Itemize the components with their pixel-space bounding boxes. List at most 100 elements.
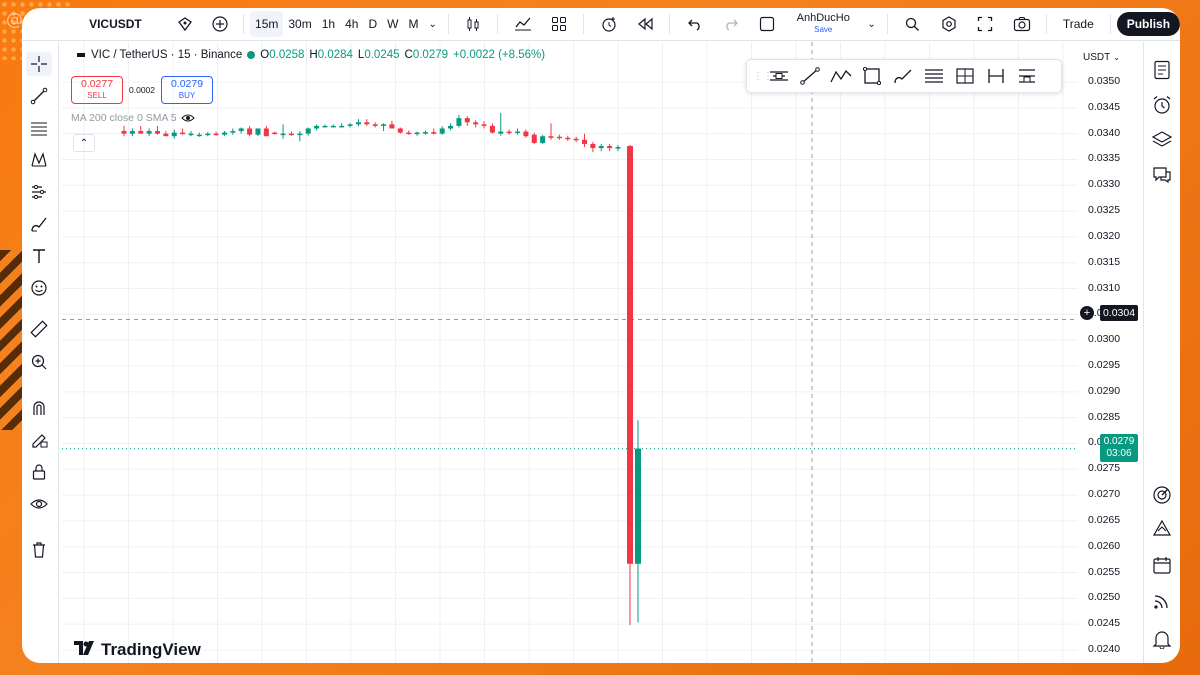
quick-search-icon[interactable]	[894, 11, 931, 37]
layers-icon[interactable]	[1149, 126, 1175, 152]
open-key: O	[260, 49, 270, 61]
notifications-bell-icon[interactable]	[1149, 626, 1175, 652]
add-symbol-icon[interactable]	[168, 11, 203, 37]
candle	[129, 128, 135, 137]
candle-body	[565, 137, 571, 140]
legend-title[interactable]: VIC / TetherUS · 15 · Binance	[91, 49, 242, 61]
candle-body	[456, 118, 462, 126]
redo-icon[interactable]	[713, 11, 750, 37]
collapse-legend-button[interactable]: ⌃	[73, 134, 95, 152]
interval-15m[interactable]: 15m	[250, 11, 284, 37]
candle	[297, 131, 303, 142]
drag-handle-icon[interactable]: ⋮⋮	[753, 71, 773, 82]
trash-icon[interactable]	[26, 538, 52, 562]
candle	[598, 143, 604, 152]
sell-button[interactable]: 0.0277 SELL	[71, 76, 123, 104]
fullscreen-icon[interactable]	[967, 11, 1004, 37]
layout-square-icon[interactable]	[749, 11, 784, 37]
horizontal-ray-icon[interactable]	[763, 63, 794, 89]
eye-icon[interactable]	[26, 492, 52, 516]
pattern-icon[interactable]	[26, 148, 52, 172]
replay-icon[interactable]	[627, 11, 664, 37]
price-axis[interactable]: 0.0350 0.0345 0.0340 0.0335 0.0330 0.0325 0.03…	[1078, 48, 1138, 663]
add-plus-icon[interactable]: +	[1080, 306, 1094, 320]
symbol-search-button[interactable]: VICUSDT	[22, 11, 168, 37]
chart-area[interactable]: VIC / TetherUS · 15 · Binance O0.0258 H0…	[62, 42, 1100, 663]
crosshair-price-tag: 0.0304	[1100, 305, 1138, 321]
path-icon[interactable]	[825, 63, 856, 89]
candle-body	[439, 128, 445, 134]
zoom-in-icon[interactable]	[26, 350, 52, 374]
magnet-icon[interactable]	[26, 396, 52, 420]
indicators-icon[interactable]	[504, 11, 541, 37]
crosshair-icon[interactable]	[26, 52, 52, 76]
candle	[138, 125, 144, 134]
trade-button[interactable]: Trade	[1053, 11, 1104, 37]
candle	[146, 128, 152, 137]
layout-name-button[interactable]: AnhDucHo Save	[784, 11, 862, 37]
eye-icon[interactable]	[180, 112, 195, 124]
rectangle-icon[interactable]	[856, 63, 887, 89]
date-range-icon[interactable]	[980, 63, 1011, 89]
trend-line-icon[interactable]	[26, 84, 52, 108]
tradingview-logo[interactable]: TradingView	[74, 640, 201, 660]
publish-button[interactable]: Publish	[1116, 12, 1180, 36]
candle-body	[422, 132, 428, 134]
chevron-down-icon[interactable]: ⌄	[423, 11, 441, 37]
undo-icon[interactable]	[676, 11, 713, 37]
prediction-icon[interactable]	[26, 180, 52, 204]
top-toolbar: VICUSDT 15m 30m 1h 4h D W M ⌄ AnhDucHo S…	[22, 8, 1180, 41]
buy-button[interactable]: 0.0279 BUY	[161, 76, 213, 104]
price-axis-label: 0.0325	[1088, 204, 1121, 217]
alert-clock-icon[interactable]	[590, 11, 627, 37]
interval-m[interactable]: M	[403, 11, 423, 37]
brush-icon[interactable]	[26, 212, 52, 236]
watchlist-icon[interactable]	[1149, 57, 1175, 83]
stream-icon[interactable]	[1149, 588, 1175, 614]
chart-canvas[interactable]	[62, 42, 1100, 663]
gann-box-icon[interactable]	[949, 63, 980, 89]
brush-icon[interactable]	[887, 63, 918, 89]
interval-d[interactable]: D	[363, 11, 382, 37]
camera-icon[interactable]	[1003, 11, 1040, 37]
fib-levels-icon[interactable]	[918, 63, 949, 89]
chevron-down-icon[interactable]: ⌄	[862, 11, 880, 37]
long-position-icon[interactable]	[1011, 63, 1042, 89]
candle-body	[590, 143, 596, 149]
price-axis-label: 0.0315	[1088, 255, 1121, 268]
candle	[247, 125, 253, 137]
candle-body	[129, 131, 135, 134]
settings-gear-icon[interactable]	[930, 11, 967, 37]
candle	[238, 127, 244, 134]
candle	[456, 115, 462, 128]
compare-plus-icon[interactable]	[202, 11, 237, 37]
indicator-legend[interactable]: MA 200 close 0 SMA 5	[71, 112, 195, 124]
candle	[406, 130, 412, 135]
calendar-icon[interactable]	[1149, 552, 1175, 578]
candle	[582, 133, 588, 148]
price-axis-label: 0.0255	[1088, 565, 1121, 578]
emoji-icon[interactable]	[26, 276, 52, 300]
ruler-icon[interactable]	[26, 317, 52, 341]
chat-icon[interactable]	[1149, 162, 1175, 188]
price-axis-label: 0.0240	[1088, 643, 1121, 655]
interval-30m[interactable]: 30m	[283, 11, 316, 37]
interval-w[interactable]: W	[382, 11, 403, 37]
templates-icon[interactable]	[541, 11, 578, 37]
interval-4h[interactable]: 4h	[340, 11, 363, 37]
spread-value: 0.0002	[129, 85, 155, 95]
alarm-clock-icon[interactable]	[1149, 92, 1175, 118]
trend-line-icon[interactable]	[794, 63, 825, 89]
candle-body	[163, 133, 169, 137]
fib-retracement-icon[interactable]	[26, 116, 52, 140]
lock-icon[interactable]	[26, 460, 52, 484]
text-tool-icon[interactable]	[26, 244, 52, 268]
candle-body	[506, 131, 512, 134]
pine-editor-icon[interactable]	[1149, 516, 1175, 542]
ideas-target-icon[interactable]	[1149, 482, 1175, 508]
candle-body	[230, 131, 236, 133]
candle	[280, 124, 286, 139]
interval-1h[interactable]: 1h	[317, 11, 340, 37]
lock-pencil-icon[interactable]	[26, 428, 52, 452]
candles-type-icon[interactable]	[455, 11, 492, 37]
